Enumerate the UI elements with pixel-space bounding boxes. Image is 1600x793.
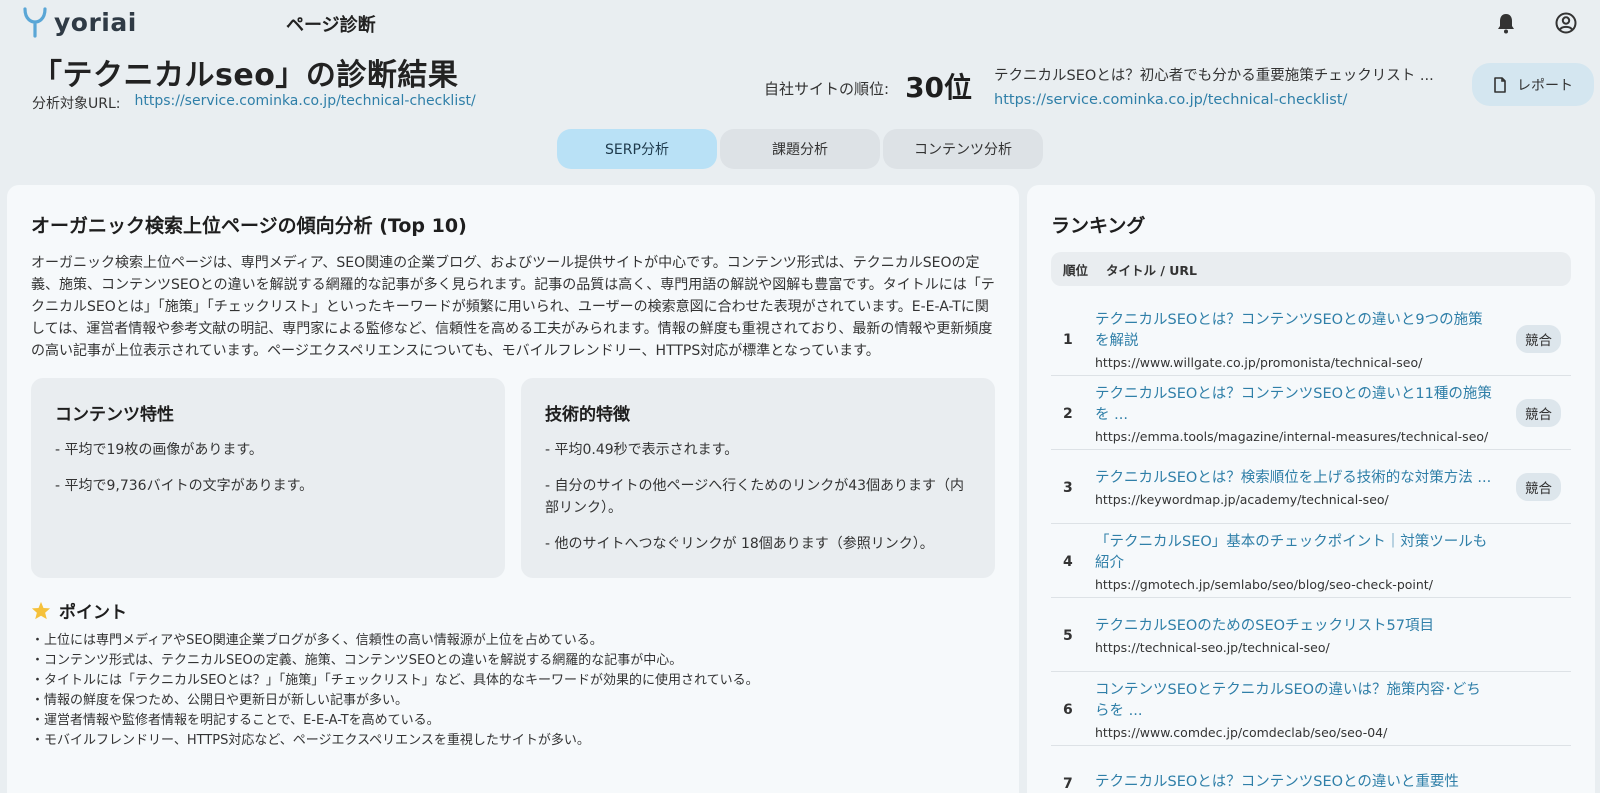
col-title-header: タイトル / URL: [1106, 262, 1198, 278]
point-item: ・情報の鮮度を保つため、公開日や更新日が新しい記事が多い。: [31, 693, 409, 708]
ranking-row[interactable]: 2 テクニカルSEOとは？コンテンツSEOとの違いと11種の施策を ... ht…: [1051, 376, 1571, 450]
tab-issue-analysis[interactable]: 課題分析: [720, 129, 880, 169]
point-item: ・運営者情報や監修者情報を明記することで、E-E-A-Tを高めている。: [31, 713, 440, 728]
tech-card-item: - 他のサイトへつなぐリンクが 18個あります（参照リンク）。: [545, 536, 934, 552]
ranking-title: ランキング: [1051, 215, 1146, 237]
ranking-row[interactable]: 6 コンテンツSEOとテクニカルSEOの違いは？施策内容･どちらを ... ht…: [1051, 672, 1571, 746]
point-item: ・上位には専門メディアやSEO関連企業ブログが多く、信頼性の高い情報源が上位を占…: [31, 633, 603, 648]
analysis-url-link[interactable]: https://service.cominka.co.jp/technical-…: [135, 93, 476, 113]
star-icon: [31, 601, 51, 620]
content-card-item: - 平均で9,736バイトの文字があります。: [55, 478, 314, 494]
ranking-row[interactable]: 7 テクニカルSEOとは？コンテンツSEOとの違いと重要性: [1051, 746, 1571, 793]
analysis-title: オーガニック検索上位ページの傾向分析 (Top 10): [31, 215, 467, 237]
point-item: ・タイトルには「テクニカルSEOとは？」「施策」「チェックリスト」など、具体的な…: [31, 673, 759, 688]
rank-title-link[interactable]: 「テクニカルSEO」基本のチェックポイント｜対策ツールも紹介: [1095, 532, 1495, 574]
page-heading: ページ診断: [286, 15, 376, 36]
ranking-row[interactable]: 4 「テクニカルSEO」基本のチェックポイント｜対策ツールも紹介 https:/…: [1051, 524, 1571, 598]
tech-card-item: - 平均0.49秒で表示されます。: [545, 442, 739, 458]
rank-number: 5: [1063, 627, 1073, 644]
bell-icon[interactable]: [1494, 11, 1518, 35]
tab-serp-analysis[interactable]: SERP分析: [557, 129, 717, 169]
rank-number: 4: [1063, 553, 1073, 570]
content-card-item: - 平均で19枚の画像があります。: [55, 442, 263, 458]
rank-url: https://keywordmap.jp/academy/technical-…: [1095, 492, 1389, 507]
tech-card-item: - 自分のサイトの他ページへ行くためのリンクが43個あります（内部リンク）。: [545, 478, 965, 516]
content-characteristics-card: コンテンツ特性 - 平均で19枚の画像があります。 - 平均で9,736バイトの…: [31, 378, 505, 578]
rank-url: https://www.comdec.jp/comdeclab/seo/seo-…: [1095, 724, 1388, 740]
own-page-url-link[interactable]: https://service.cominka.co.jp/technical-…: [994, 92, 1434, 108]
result-title: 「テクニカルseo」の診断結果: [32, 58, 459, 93]
tab-content-analysis[interactable]: コンテンツ分析: [883, 129, 1043, 169]
points-section: ポイント ・上位には専門メディアやSEO関連企業ブログが多く、信頼性の高い情報源…: [31, 598, 995, 751]
ranking-list: 1 テクニカルSEOとは？コンテンツSEOとの違いと9つの施策を解説 https…: [1051, 302, 1571, 793]
url-label: 分析対象URL:: [32, 96, 121, 112]
rank-number: 2: [1063, 405, 1073, 422]
rank-title-link[interactable]: コンテンツSEOとテクニカルSEOの違いは？施策内容･どちらを ...: [1095, 680, 1495, 722]
own-page-title: テクニカルSEOとは？初心者でも分かる重要施策チェックリスト ...: [994, 68, 1434, 84]
serp-analysis-panel: オーガニック検索上位ページの傾向分析 (Top 10) オーガニック検索上位ペー…: [7, 185, 1019, 793]
col-rank-header: 順位: [1063, 262, 1089, 278]
rank-number: 7: [1063, 775, 1073, 792]
rank-title-link[interactable]: テクニカルSEOとは？検索順位を上げる技術的な対策方法 ...: [1095, 468, 1495, 489]
analysis-url-row: 分析対象URL: https://service.cominka.co.jp/t…: [32, 93, 476, 113]
rank-url: https://www.willgate.co.jp/promonista/te…: [1095, 354, 1423, 370]
report-button-label: レポート: [1517, 77, 1573, 94]
ranking-row[interactable]: 3 テクニカルSEOとは？検索順位を上げる技術的な対策方法 ... https:…: [1051, 450, 1571, 524]
ranking-row[interactable]: 1 テクニカルSEOとは？コンテンツSEOとの違いと9つの施策を解説 https…: [1051, 302, 1571, 376]
report-button[interactable]: レポート: [1472, 63, 1594, 106]
own-rank-value: 30位: [905, 71, 973, 104]
content-card-title: コンテンツ特性: [55, 405, 174, 425]
own-rank-box: 自社サイトの順位: 30位 テクニカルSEOとは？初心者でも分かる重要施策チェッ…: [764, 64, 1434, 108]
own-rank-label: 自社サイトの順位:: [764, 79, 890, 98]
technical-features-card: 技術的特徴 - 平均0.49秒で表示されます。 - 自分のサイトの他ページへ行く…: [521, 378, 995, 578]
ranking-table-header: 順位 タイトル / URL: [1051, 252, 1571, 286]
logo-mark-icon: [23, 7, 47, 38]
rank-number: 6: [1063, 701, 1073, 718]
competitor-badge: 競合: [1516, 324, 1561, 353]
logo[interactable]: yoriai: [22, 6, 137, 38]
ranking-row[interactable]: 5 テクニカルSEOのためのSEOチェックリスト57項目 https://tec…: [1051, 598, 1571, 672]
logo-text: yoriai: [54, 7, 137, 37]
rank-url: https://technical-seo.jp/technical-seo/: [1095, 640, 1330, 655]
point-item: ・モバイルフレンドリー、HTTPS対応など、ページエクスペリエンスを重視したサイ…: [31, 733, 590, 748]
rank-url: https://gmotech.jp/semlabo/seo/blog/seo-…: [1095, 576, 1433, 592]
tech-card-title: 技術的特徴: [545, 405, 630, 425]
rank-title-link[interactable]: テクニカルSEOのためのSEOチェックリスト57項目: [1095, 616, 1495, 637]
point-item: ・コンテンツ形式は、テクニカルSEOの定義、施策、コンテンツSEOとの違いを解説…: [31, 653, 683, 668]
analysis-tabs: SERP分析 課題分析 コンテンツ分析: [557, 129, 1043, 169]
rank-number: 1: [1063, 331, 1073, 348]
rank-url: https://emma.tools/magazine/internal-mea…: [1095, 428, 1489, 444]
rank-title-link[interactable]: テクニカルSEOとは？コンテンツSEOとの違いと11種の施策を ...: [1095, 384, 1495, 426]
analysis-description: オーガニック検索上位ページは、専門メディア、SEO関連の企業ブログ、およびツール…: [31, 255, 995, 359]
competitor-badge: 競合: [1516, 472, 1561, 501]
competitor-badge: 競合: [1516, 398, 1561, 427]
document-icon: [1494, 76, 1506, 93]
ranking-panel: ランキング 順位 タイトル / URL 1 テクニカルSEOとは？コンテンツSE…: [1027, 185, 1595, 793]
rank-title-link[interactable]: テクニカルSEOとは？コンテンツSEOとの違いと9つの施策を解説: [1095, 310, 1495, 352]
user-icon[interactable]: [1554, 11, 1578, 35]
rank-number: 3: [1063, 479, 1073, 496]
points-title: ポイント: [59, 603, 127, 623]
rank-title-link[interactable]: テクニカルSEOとは？コンテンツSEOとの違いと重要性: [1095, 772, 1495, 793]
